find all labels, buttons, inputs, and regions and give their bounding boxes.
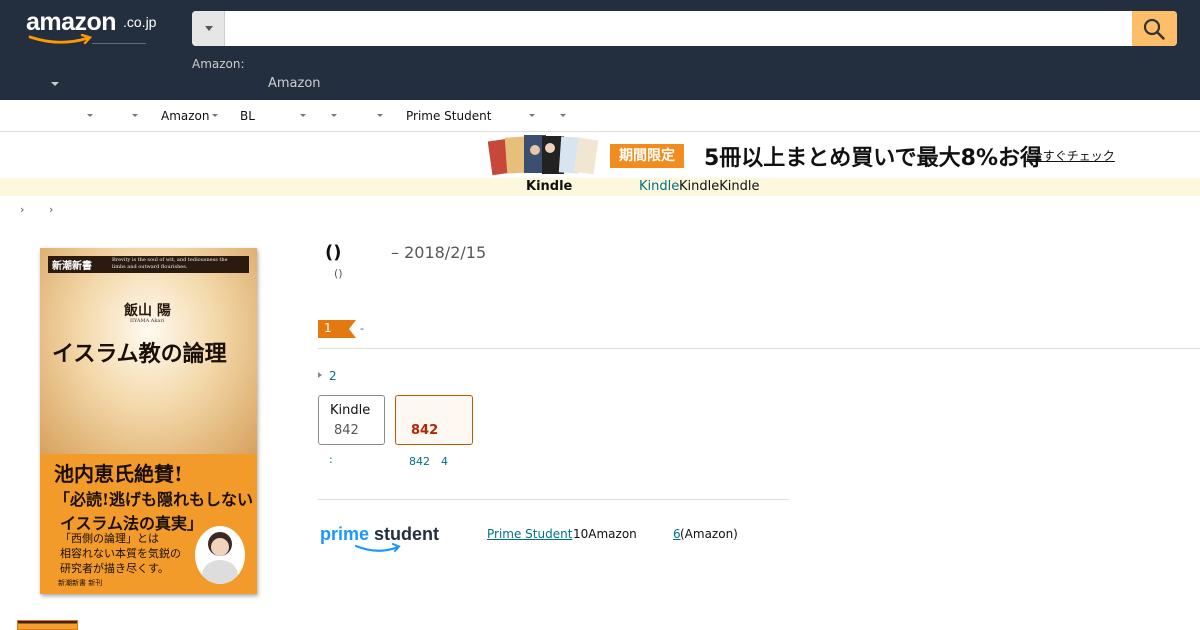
- publication-date: – 2018/2/15: [391, 243, 487, 262]
- chevron-down-icon[interactable]: [529, 114, 535, 117]
- kindle-strip-link[interactable]: Kindle: [639, 179, 679, 194]
- logo-underline: [92, 43, 146, 44]
- category-subnav: Amazon BL Prime Student: [0, 100, 1200, 132]
- promo-check-link[interactable]: ›今すぐチェック: [1026, 147, 1115, 164]
- product-title: (): [325, 242, 342, 263]
- chevron-down-icon[interactable]: [560, 114, 566, 117]
- photo-body: [202, 560, 238, 584]
- subnav-item-bl[interactable]: BL: [240, 109, 255, 123]
- author-photo: [195, 526, 245, 584]
- prime-student-link[interactable]: Prime Student: [487, 527, 572, 541]
- promo-banner[interactable]: 期間限定 5冊以上まとめ買いで最大8%お得 ›今すぐチェック: [480, 132, 1120, 178]
- chevron-down-icon[interactable]: [132, 114, 138, 117]
- breadcrumb-separator: ›: [20, 203, 25, 216]
- amazon-smile-icon: [28, 34, 93, 45]
- amazon-logo[interactable]: amazon .co.jp: [26, 8, 176, 50]
- subnav-item-prime-student[interactable]: Prime Student: [406, 109, 491, 123]
- chevron-down-icon[interactable]: [377, 114, 383, 117]
- format-name: Kindle: [330, 403, 371, 418]
- divider: [318, 348, 1200, 349]
- kindle-info-strip: Kindle Kindle KindleKindle: [0, 178, 1200, 196]
- promo-tag: 期間限定: [610, 144, 684, 168]
- format-option-kindle[interactable]: Kindle 842: [318, 395, 385, 445]
- promo-headline: 5冊以上まとめ買いで最大8%お得: [704, 146, 1042, 171]
- photo-face: [211, 538, 229, 556]
- logo-tld: .co.jp: [123, 14, 157, 30]
- cover-thumbnail[interactable]: [17, 620, 78, 630]
- cover-praise: 池内恵氏絶賛!: [54, 462, 183, 486]
- format-sub-link[interactable]: 842 4: [409, 453, 448, 469]
- subnav-item-amazon[interactable]: Amazon: [161, 109, 210, 123]
- cover-description-line: 「西側の論理」とは: [60, 532, 159, 545]
- best-seller-badge[interactable]: 1: [318, 320, 356, 338]
- search-icon: [1143, 18, 1165, 40]
- cover-quote-line: 「必読!逃げも隠れもしない: [54, 490, 254, 509]
- cover-footer: 新潮新書 新刊: [58, 579, 103, 587]
- cover-author-romaji: IIYAMA Akari: [130, 318, 165, 324]
- chevron-down-icon[interactable]: [212, 114, 218, 117]
- kindle-strip-label: Kindle: [526, 179, 573, 194]
- prime-student-logo[interactable]: prime student: [320, 524, 440, 558]
- chevron-down-icon[interactable]: [87, 114, 93, 117]
- cover-description-line: 相容れない本質を気鋭の: [60, 547, 181, 560]
- search-category-dropdown[interactable]: [192, 11, 225, 46]
- delivery-address-label[interactable]: Amazon:: [192, 57, 245, 71]
- book-cover-image[interactable]: 新潮新書 Brevity is the soul of wit, and ted…: [40, 248, 257, 594]
- prime-smile-icon: [354, 543, 401, 552]
- cover-description-line: 研究者が描き尽くす。: [60, 562, 169, 575]
- chevron-down-icon[interactable]: [331, 114, 337, 117]
- format-option-paperback[interactable]: 842: [395, 395, 473, 445]
- chevron-down-icon[interactable]: [51, 82, 59, 86]
- kindle-strip-text: KindleKindle: [679, 179, 760, 194]
- product-author[interactable]: (): [334, 267, 343, 280]
- prime-student-text: 10Amazon: [573, 527, 637, 541]
- breadcrumb-separator: ›: [49, 203, 54, 216]
- prime-student-note: (Amazon): [680, 527, 738, 541]
- best-seller-rank: 1: [324, 321, 332, 335]
- student-word: student: [374, 524, 440, 544]
- cover-tagline: Brevity is the soul of wit, and tediousn…: [112, 257, 228, 270]
- book-covers-image: [488, 135, 599, 176]
- search-bar: [192, 11, 1177, 46]
- delivery-address-value[interactable]: Amazon: [268, 76, 321, 91]
- format-price: 842: [334, 423, 359, 438]
- search-button[interactable]: [1132, 11, 1177, 46]
- search-input[interactable]: [225, 11, 1133, 46]
- chevron-down-icon: [205, 26, 213, 31]
- chevron-down-icon[interactable]: [300, 114, 306, 117]
- best-seller-category-link[interactable]: -: [360, 322, 364, 335]
- formats-toggle[interactable]: 2: [318, 369, 337, 383]
- prime-student-wordmark: prime student: [320, 524, 439, 545]
- logo-wordmark: amazon: [26, 8, 117, 36]
- divider: [318, 499, 789, 500]
- format-sub-link[interactable]: :: [329, 453, 333, 466]
- prime-word: prime: [320, 524, 370, 544]
- cover-author: 飯山 陽: [124, 303, 171, 319]
- cover-title: イスラム教の論理: [52, 341, 227, 367]
- cover-publisher: 新潮新書: [52, 261, 92, 272]
- format-price: 842: [411, 423, 439, 438]
- top-header: amazon .co.jp Amazon: Amazon: [0, 0, 1200, 100]
